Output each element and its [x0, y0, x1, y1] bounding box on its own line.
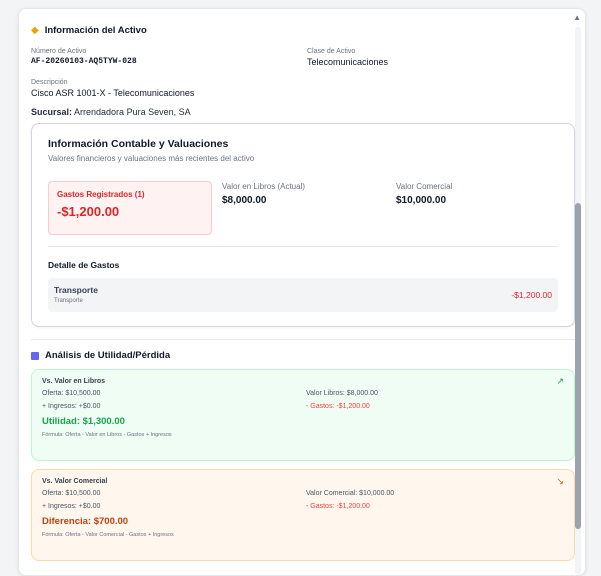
expense-amount: -$1,200.00 — [511, 290, 552, 300]
asset-info-title: Información del Activo — [44, 25, 147, 36]
asset-number-value: AF-20260103-AQ5TYW-028 — [31, 57, 137, 66]
commercial-difference-result: Diferencia: $700.00 — [42, 516, 129, 527]
trending-up-icon: ↗ — [556, 376, 564, 386]
asset-fields-row: Número de Activo AF-20260103-AQ5TYW-028 … — [31, 48, 575, 67]
branch-value: Arrendadora Pura Seven, SA — [74, 107, 191, 117]
tag-icon: ◆ — [31, 25, 39, 36]
expenses-summary-value: -$1,200.00 — [57, 204, 120, 219]
book-offer: Oferta: $10,500.00 — [42, 390, 101, 397]
accounting-title: Información Contable y Valuaciones — [48, 138, 229, 150]
expenses-summary-box: Gastos Registrados (1) -$1,200.00 — [48, 181, 212, 235]
description-label: Descripción — [31, 79, 68, 86]
book-formula: Fórmula: Oferta - Valor en Libros - Gast… — [42, 432, 172, 438]
expense-detail-title: Detalle de Gastos — [48, 260, 120, 270]
commercial-analysis-row-1: Oferta: $10,500.00 Valor Comercial: $10,… — [42, 490, 564, 497]
expense-category: Transporte — [54, 298, 83, 304]
book-ref-value: Valor Libros: $8,000.00 — [306, 390, 378, 397]
book-value-label: Valor en Libros (Actual) — [222, 182, 305, 191]
commercial-analysis-row-2: + Ingresos: +$0.00 - Gastos: -$1,200.00 — [42, 503, 564, 510]
trending-down-icon: ↘ — [556, 476, 564, 486]
book-analysis-row-2: + Ingresos: +$0.00 - Gastos: -$1,200.00 — [42, 403, 564, 410]
asset-class-label: Clase de Activo — [307, 48, 356, 55]
book-analysis-title: Vs. Valor en Libros — [42, 378, 106, 385]
book-analysis-row-1: Oferta: $10,500.00 Valor Libros: $8,000.… — [42, 390, 564, 397]
panel-content: ◆ Información del Activo Número de Activ… — [31, 25, 575, 561]
commercial-income: + Ingresos: +$0.00 — [42, 503, 101, 510]
scrollbar-track[interactable] — [575, 27, 581, 575]
asset-class-field: Clase de Activo Telecomunicaciones — [307, 48, 388, 67]
asset-number-label: Número de Activo — [31, 48, 87, 55]
description-value: Cisco ASR 1001-X - Telecomunicaciones — [31, 88, 195, 98]
expense-name: Transporte — [54, 285, 98, 295]
expense-row: Transporte Transporte -$1,200.00 — [48, 278, 558, 312]
commercial-ref-value: Valor Comercial: $10,000.00 — [306, 490, 395, 497]
commercial-analysis-title: Vs. Valor Comercial — [42, 478, 108, 485]
book-income: + Ingresos: +$0.00 — [42, 403, 101, 410]
bar-chart-icon — [31, 351, 39, 360]
book-expenses: - Gastos: -$1,200.00 — [306, 403, 370, 410]
branch-field: Sucursal: Arrendadora Pura Seven, SA — [31, 107, 575, 117]
book-profit-result: Utilidad: $1,300.00 — [42, 416, 125, 427]
accounting-subtitle: Valores financieros y valuaciones más re… — [48, 154, 255, 163]
book-value-amount: $8,000.00 — [222, 195, 267, 206]
asset-info-header: ◆ Información del Activo — [31, 25, 575, 36]
asset-number-field: Número de Activo AF-20260103-AQ5TYW-028 — [31, 48, 307, 67]
book-value-analysis-box: Vs. Valor en Libros ↗ Oferta: $10,500.00… — [31, 369, 575, 461]
scroll-up-arrow-icon[interactable]: ▲ — [573, 13, 581, 22]
analysis-header: Análisis de Utilidad/Pérdida — [31, 350, 575, 361]
scrollbar-thumb[interactable] — [575, 203, 581, 529]
accounting-divider — [48, 246, 558, 247]
section-divider — [31, 339, 575, 340]
asset-class-value: Telecomunicaciones — [307, 57, 389, 67]
accounting-card: Información Contable y Valuaciones Valor… — [31, 123, 575, 327]
asset-description-field: Descripción Cisco ASR 1001-X - Telecomun… — [31, 79, 575, 98]
commercial-value-amount: $10,000.00 — [396, 195, 447, 206]
commercial-offer: Oferta: $10,500.00 — [42, 490, 101, 497]
analysis-title: Análisis de Utilidad/Pérdida — [45, 350, 171, 361]
commercial-expenses: - Gastos: -$1,200.00 — [306, 503, 370, 510]
asset-detail-panel: ▲ ◆ Información del Activo Número de Act… — [18, 8, 586, 576]
book-value-metric: Valor en Libros (Actual) $8,000.00 — [222, 182, 305, 206]
expenses-summary-label: Gastos Registrados (1) — [57, 190, 145, 199]
commercial-formula: Fórmula: Oferta - Valor Comercial - Gast… — [42, 532, 174, 538]
commercial-value-analysis-box: Vs. Valor Comercial ↘ Oferta: $10,500.00… — [31, 469, 575, 561]
branch-label: Sucursal: — [31, 107, 73, 117]
commercial-value-metric: Valor Comercial $10,000.00 — [396, 182, 452, 206]
commercial-value-label: Valor Comercial — [396, 182, 453, 191]
